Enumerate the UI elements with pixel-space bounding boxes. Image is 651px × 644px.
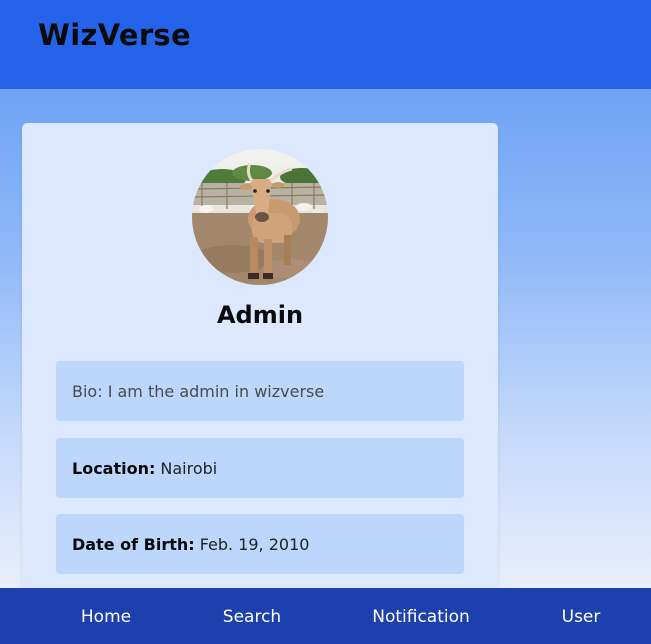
- nav-notification[interactable]: Notification: [372, 588, 470, 644]
- date-of-birth-label: Date of Birth:: [72, 534, 195, 554]
- profile-username: Admin: [216, 301, 304, 329]
- brand-logo-text[interactable]: WizVerse: [38, 18, 191, 52]
- date-of-birth-value: Feb. 19, 2010: [199, 534, 310, 554]
- profile-avatar: [192, 149, 328, 285]
- location-box: Location: Nairobi: [56, 438, 464, 498]
- location-label: Location:: [72, 458, 156, 478]
- avatar-image: [192, 149, 328, 285]
- top-header: WizVerse: [0, 0, 651, 89]
- location-value: Nairobi: [160, 458, 218, 478]
- date-of-birth-box: Date of Birth: Feb. 19, 2010: [56, 514, 464, 574]
- nav-user[interactable]: User: [562, 588, 601, 644]
- profile-card: Admin Bio: I am the admin in wizverse Lo…: [22, 123, 498, 603]
- bottom-nav: Home Search Notification User: [0, 588, 651, 644]
- bio-text: Bio: I am the admin in wizverse: [72, 381, 325, 401]
- nav-home[interactable]: Home: [81, 588, 131, 644]
- bio-box: Bio: I am the admin in wizverse: [56, 361, 464, 421]
- nav-search[interactable]: Search: [223, 588, 281, 644]
